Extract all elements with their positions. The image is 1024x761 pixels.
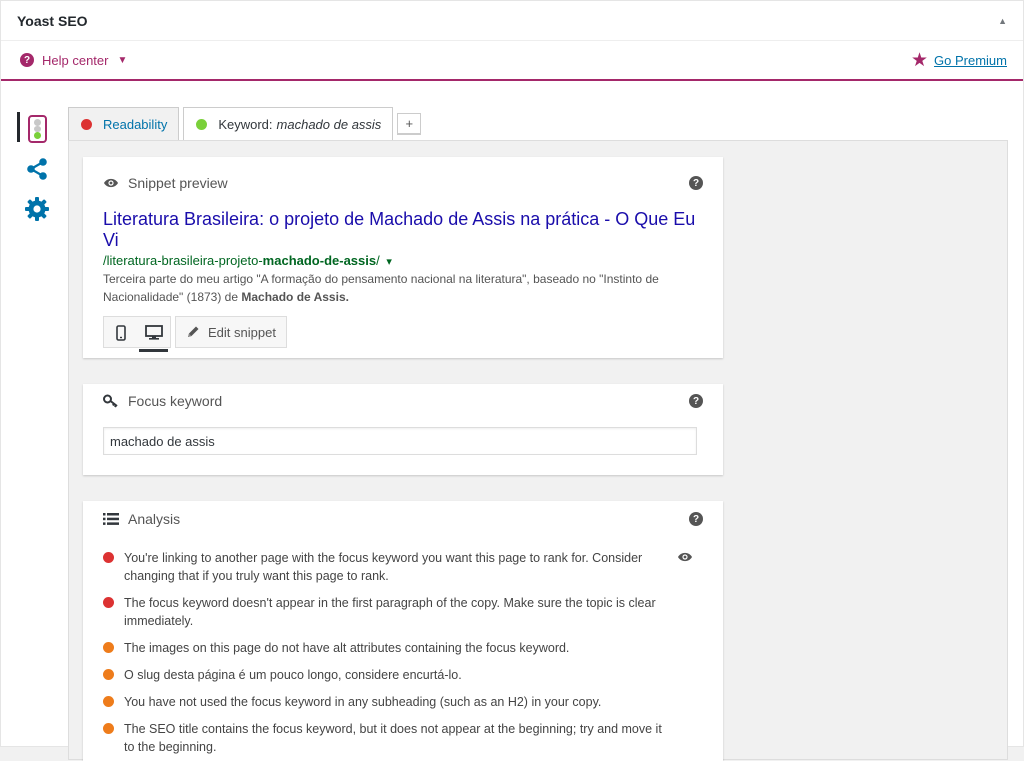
analysis-item: You're linking to another page with the … [103,549,703,585]
tab-keyword[interactable]: Keyword: machado de assis [183,107,394,141]
snippet-preview-card: Snippet preview ? Literatura Brasileira:… [83,157,723,358]
analysis-item-text: You're linking to another page with the … [124,551,643,583]
eye-icon [103,177,119,189]
key-icon [103,394,119,408]
go-premium: ★ Go Premium [911,51,1007,70]
yoast-metabox: Yoast SEO ▲ ? Help center ▼ ★ Go Premium [0,0,1024,761]
analysis-item-text: The focus keyword doesn't appear in the … [124,596,656,628]
snippet-preview-title: Snippet preview [128,175,228,191]
collapse-toggle-icon[interactable]: ▲ [998,16,1007,26]
star-icon: ★ [910,49,929,71]
status-dot-orange-icon [103,696,114,707]
tab-keyword-value: machado de assis [276,117,382,132]
analysis-item: The focus keyword doesn't appear in the … [103,594,703,630]
snippet-description[interactable]: Terceira parte do meu artigo "A formação… [83,270,723,306]
go-premium-link[interactable]: Go Premium [934,53,1007,68]
analysis-item-text: The SEO title contains the focus keyword… [124,722,662,754]
edit-snippet-button[interactable]: Edit snippet [175,316,287,348]
traffic-light-icon [27,115,47,143]
snippet-title[interactable]: Literatura Brasileira: o projeto de Mach… [83,209,723,251]
caret-down-icon: ▼ [117,54,128,66]
edit-snippet-label: Edit snippet [208,324,276,340]
preview-mode-group [103,316,171,352]
status-dot-red-icon [81,118,92,130]
help-center-button[interactable]: ? Help center ▼ [20,53,127,68]
snippet-url-trail: / [376,253,380,268]
snippet-description-plain: Terceira parte do meu artigo "A formação… [103,272,659,304]
analysis-tabs: Readability Keyword: machado de assis + [68,107,422,141]
help-center-label: Help center [42,52,109,68]
analysis-help-icon[interactable]: ? [689,512,703,526]
tab-keyword-prefix: Keyword: [218,117,273,132]
tab-readability[interactable]: Readability [68,107,180,140]
focus-keyword-header: Focus keyword ? [83,387,723,415]
mobile-icon [115,324,126,341]
analysis-item: O slug desta página é um pouco longo, co… [103,666,703,684]
analysis-results-list: You're linking to another page with the … [83,549,723,756]
analysis-item: You have not used the focus keyword in a… [103,693,703,711]
sidebar-item-advanced[interactable] [17,189,57,229]
snippet-tools: Edit snippet [83,316,723,352]
analysis-card: Analysis ? You're linking to another pag… [83,501,723,761]
sidebar-item-content-optimization[interactable] [17,109,57,149]
mobile-preview-button[interactable] [104,317,137,348]
snippet-url-bold: machado-de-assis [262,253,377,268]
eye-icon[interactable] [677,550,693,568]
focus-keyword-card: Focus keyword ? [83,384,723,475]
snippet-url-plain: /literatura-brasileira-projeto- [103,253,263,268]
snippet-preview-header: Snippet preview ? [83,169,723,197]
sidebar-item-social[interactable] [17,149,57,189]
analysis-item: The images on this page do not have alt … [103,639,703,657]
url-caret-icon: ▾ [386,256,392,268]
snippet-description-bold: Machado de Assis. [241,290,349,304]
share-icon [27,158,47,180]
metabox-sidebar [17,109,57,229]
analysis-item: The SEO title contains the focus keyword… [103,720,703,756]
analysis-item-text: You have not used the focus keyword in a… [124,695,602,709]
snippet-help-icon[interactable]: ? [689,176,703,190]
metabox-header[interactable]: Yoast SEO ▲ [1,1,1023,41]
gear-icon [25,197,49,221]
desktop-icon [144,325,163,340]
status-dot-orange-icon [103,723,114,734]
snippet-url[interactable]: /literatura-brasileira-projeto-machado-d… [83,253,723,268]
status-dot-orange-icon [103,669,114,680]
focus-keyword-input[interactable] [103,427,697,455]
add-keyword-button[interactable]: + [397,113,422,134]
tab-readability-label: Readability [103,116,168,132]
status-dot-green-icon [196,119,208,130]
desktop-preview-button[interactable] [137,317,170,352]
help-circle-icon: ? [20,53,34,67]
focus-keyword-help-icon[interactable]: ? [689,394,703,408]
analysis-item-text: The images on this page do not have alt … [124,641,570,655]
focus-keyword-title: Focus keyword [128,393,223,409]
status-dot-orange-icon [103,642,114,653]
list-icon [103,513,119,525]
analysis-header: Analysis ? [83,505,723,533]
status-dot-red-icon [103,552,114,563]
help-bar: ? Help center ▼ ★ Go Premium [1,41,1023,81]
pencil-icon [188,326,199,337]
status-dot-red-icon [103,597,114,608]
analysis-item-text: O slug desta página é um pouco longo, co… [124,668,462,682]
analysis-title: Analysis [128,511,181,527]
metabox-title: Yoast SEO [17,12,88,29]
